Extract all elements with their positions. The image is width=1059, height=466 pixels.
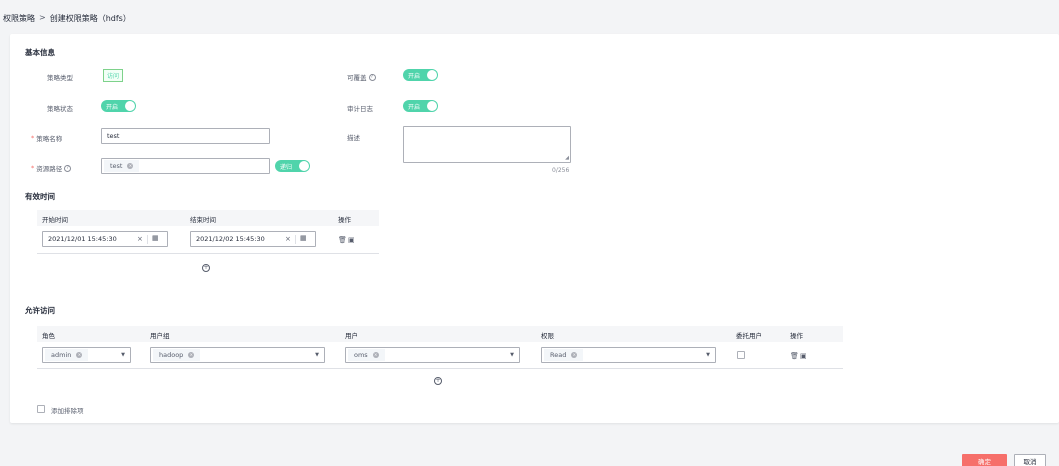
user-chip: oms × xyxy=(348,349,385,361)
policy-name-input[interactable]: test xyxy=(101,128,270,144)
help-icon[interactable]: ? xyxy=(368,73,376,81)
policy-status-switch[interactable]: 开启 xyxy=(101,100,136,112)
add-validity-row-icon[interactable]: + xyxy=(202,264,210,272)
delete-icon[interactable]: 🗑 xyxy=(338,236,347,244)
required-mark: * xyxy=(31,134,35,142)
breadcrumb: 权限策略 > 创建权限策略（hdfs） xyxy=(3,13,131,24)
permission-chip-text: Read xyxy=(550,351,567,359)
role-chip: admin × xyxy=(45,349,89,361)
policy-name-label: * 策略名称 xyxy=(31,133,62,143)
description-textarea[interactable]: ◢ xyxy=(403,126,571,163)
user-group-chip: hadoop × xyxy=(153,349,201,361)
chip-remove-icon[interactable]: × xyxy=(76,352,83,358)
row-divider xyxy=(37,253,379,254)
resource-path-chip: test × xyxy=(104,160,140,172)
role-select[interactable]: admin × ▼ xyxy=(42,347,131,363)
audit-log-label: 审计日志 xyxy=(347,105,373,113)
start-time-picker[interactable]: 2021/12/01 15:45:30 xyxy=(42,231,168,247)
role-chip-text: admin xyxy=(51,351,72,359)
col-role: 角色 xyxy=(42,332,55,340)
permission-chip: Read × xyxy=(544,349,584,361)
resource-path-label: * 资源路径 ? xyxy=(31,163,72,173)
end-time-value: 2021/12/02 15:45:30 xyxy=(196,235,265,243)
breadcrumb-parent[interactable]: 权限策略 xyxy=(3,13,35,24)
chip-remove-icon[interactable]: × xyxy=(571,352,578,358)
section-title-allow: 允许访问 xyxy=(25,306,55,315)
user-chip-text: oms xyxy=(354,351,368,359)
audit-log-switch[interactable]: 开启 xyxy=(403,100,438,112)
row-divider xyxy=(37,368,843,369)
policy-type-label: 策略类型 xyxy=(47,74,73,82)
clear-icon[interactable]: × xyxy=(285,235,291,243)
overridable-switch[interactable]: 开启 xyxy=(403,69,438,81)
col-user: 用户 xyxy=(345,332,358,340)
form-card xyxy=(10,34,1059,423)
overridable-label-text: 可覆盖 xyxy=(347,74,367,82)
col-ops: 操作 xyxy=(790,332,803,340)
chevron-down-icon[interactable]: ▼ xyxy=(315,352,319,358)
delegate-user-checkbox[interactable] xyxy=(737,351,745,359)
col-end-time: 结束时间 xyxy=(190,216,216,224)
section-title-validity: 有效时间 xyxy=(25,192,55,201)
chevron-down-icon[interactable]: ▼ xyxy=(510,352,514,358)
policy-status-label: 策略状态 xyxy=(47,105,73,113)
end-time-picker[interactable]: 2021/12/02 15:45:30 xyxy=(190,231,316,247)
chip-remove-icon[interactable]: × xyxy=(127,163,134,169)
chevron-down-icon[interactable]: ▼ xyxy=(706,352,710,358)
overridable-label: 可覆盖 ? xyxy=(347,72,376,82)
calendar-icon[interactable]: ▦ xyxy=(152,234,159,242)
col-user-group: 用户组 xyxy=(150,332,170,340)
col-delegate-user: 委托用户 xyxy=(736,332,762,340)
add-allow-row-icon[interactable]: + xyxy=(434,377,442,385)
help-icon[interactable]: ? xyxy=(64,164,72,172)
clear-icon[interactable]: × xyxy=(137,235,143,243)
permission-select[interactable]: Read × ▼ xyxy=(541,347,716,363)
user-select[interactable]: oms × ▼ xyxy=(345,347,520,363)
calendar-icon[interactable]: ▦ xyxy=(300,234,307,242)
add-exclusion-label[interactable]: 添加排除项 xyxy=(51,405,84,415)
confirm-button[interactable]: 确定 xyxy=(962,454,1007,466)
policy-name-label-text: 策略名称 xyxy=(36,135,63,143)
start-time-value: 2021/12/01 15:45:30 xyxy=(48,235,117,243)
breadcrumb-separator: > xyxy=(39,13,46,22)
breadcrumb-current: 创建权限策略（hdfs） xyxy=(49,14,131,23)
user-group-chip-text: hadoop xyxy=(159,351,184,359)
resource-path-input[interactable]: test × xyxy=(101,158,270,174)
add-exclusion-checkbox[interactable] xyxy=(37,405,45,413)
col-start-time: 开始时间 xyxy=(42,216,68,224)
chip-remove-icon[interactable]: × xyxy=(188,352,195,358)
recursive-switch[interactable]: 递归 xyxy=(275,160,310,172)
save-icon[interactable]: ▣ xyxy=(800,352,807,360)
chevron-down-icon[interactable]: ▼ xyxy=(121,352,125,358)
description-counter: 0/256 xyxy=(552,167,570,174)
col-permission: 权限 xyxy=(541,332,554,340)
description-label: 描述 xyxy=(347,134,360,142)
resource-path-label-text: 资源路径 xyxy=(36,165,63,173)
chip-remove-icon[interactable]: × xyxy=(372,352,379,358)
save-icon[interactable]: ▣ xyxy=(348,236,355,244)
delete-icon[interactable]: 🗑 xyxy=(790,352,799,360)
section-title-basic: 基本信息 xyxy=(25,48,55,57)
resize-handle-icon[interactable]: ◢ xyxy=(565,155,569,161)
resource-path-chip-text: test xyxy=(110,162,123,170)
cancel-button[interactable]: 取消 xyxy=(1014,454,1046,466)
required-mark: * xyxy=(31,164,35,172)
policy-type-tag: 访问 xyxy=(103,69,124,82)
user-group-select[interactable]: hadoop × ▼ xyxy=(150,347,325,363)
col-ops: 操作 xyxy=(338,216,351,224)
